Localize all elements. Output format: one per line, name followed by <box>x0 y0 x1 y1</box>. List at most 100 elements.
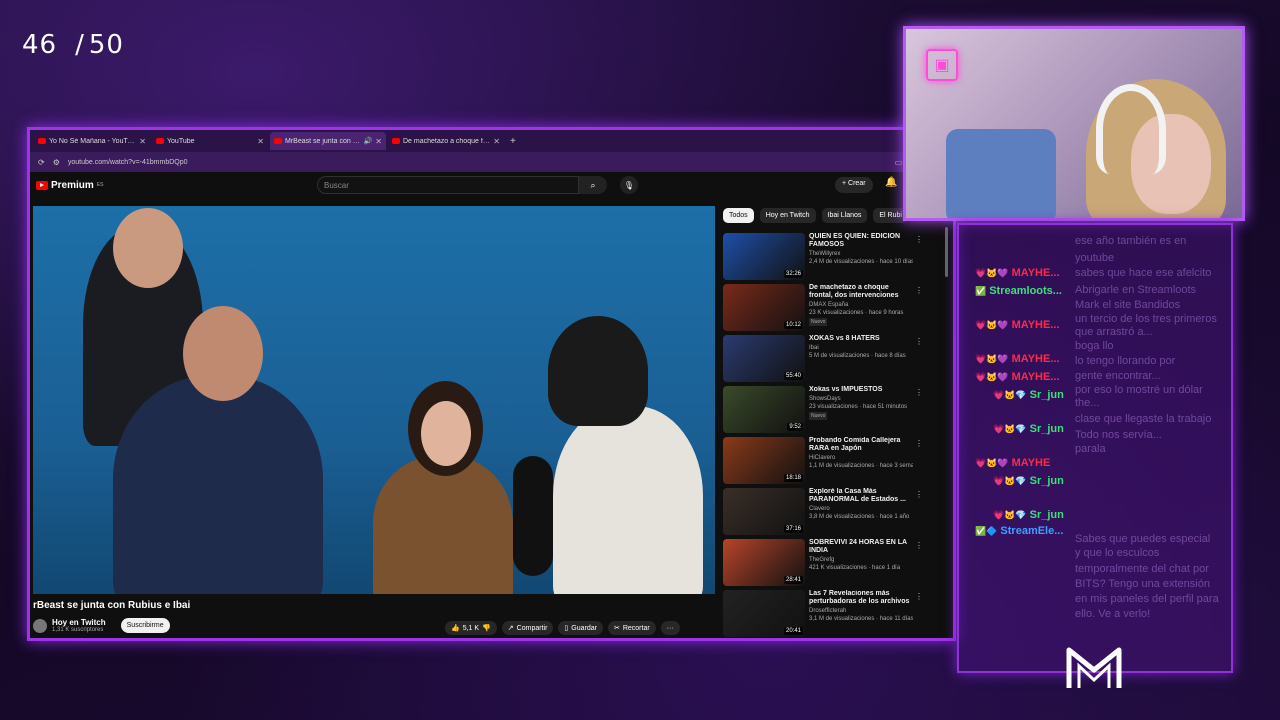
channel-avatar[interactable] <box>33 618 47 633</box>
recommended-video[interactable]: 32:26 QUIÉN ES QUIÉN: EDICIÓN FAMOSOS The… <box>723 233 923 284</box>
video-thumbnail[interactable]: 37:16 <box>723 488 805 535</box>
share-button[interactable]: ↗ Compartir <box>501 621 554 635</box>
bell-icon[interactable]: 🔔 <box>885 177 897 188</box>
rec-title[interactable]: Las 7 Revelaciones más perturbadoras de … <box>809 590 913 606</box>
username[interactable]: Streamloots... <box>989 285 1062 297</box>
site-info-icon[interactable]: ⚙ <box>53 158 60 167</box>
recommended-video[interactable]: 18:18 Probando Comida Callejera RARA en … <box>723 437 923 488</box>
youtube-logo[interactable]: Premium ES <box>36 180 103 191</box>
close-icon[interactable]: ✕ <box>493 137 500 146</box>
chat-username[interactable]: 💗🐱💎 Sr_jun <box>993 423 1064 435</box>
video-thumbnail[interactable]: 18:18 <box>723 437 805 484</box>
rec-title[interactable]: De machetazo a choque frontal, dos inter… <box>809 284 913 300</box>
more-icon[interactable]: ⋮ <box>915 592 923 601</box>
more-icon[interactable]: ⋮ <box>915 388 923 397</box>
rec-channel[interactable]: TheGrefg <box>809 556 913 564</box>
chat-username[interactable]: 💗🐱💜 MAYHE... <box>975 353 1060 365</box>
chip-channel[interactable]: Hoy en Twitch <box>759 208 816 223</box>
cast-icon[interactable]: ▭ <box>895 158 903 167</box>
rec-title[interactable]: SOBREVIVÍ 24 HORAS EN LA INDIA <box>809 539 913 555</box>
channel-name[interactable]: Hoy en Twitch <box>52 618 106 627</box>
username[interactable]: Sr_jun <box>1030 389 1064 401</box>
voice-search-button[interactable]: 🎙 <box>620 176 638 194</box>
chat-username[interactable]: ✅🔷 StreamEle... <box>975 525 1063 537</box>
username[interactable]: MAYHE... <box>1012 353 1060 365</box>
rec-channel[interactable]: Ibai <box>809 344 913 352</box>
speaker-icon[interactable]: 🔊 <box>364 137 373 145</box>
scrollbar[interactable] <box>945 227 948 277</box>
browser-tab[interactable]: YouTube ✕ <box>152 132 268 150</box>
rec-title[interactable]: Probando Comida Callejera RARA en Japón <box>809 437 913 453</box>
rec-channel[interactable]: HiClavero <box>809 454 913 462</box>
goal-counter: 46 /50 <box>22 30 124 60</box>
more-icon[interactable]: ⋮ <box>915 337 923 346</box>
rec-title[interactable]: XOKAS vs 8 HATERS <box>809 335 913 343</box>
username[interactable]: MAYHE... <box>1012 267 1060 279</box>
rec-title[interactable]: Exploré la Casa Más PARANORMAL de Estado… <box>809 488 913 504</box>
username[interactable]: MAYHE... <box>1012 371 1060 383</box>
address-bar[interactable]: ⟳ ⚙ youtube.com/watch?v=-41bmmbDQp0 ▭ ☆ … <box>30 152 953 172</box>
more-icon[interactable]: ⋮ <box>915 490 923 499</box>
rec-title[interactable]: QUIÉN ES QUIÉN: EDICIÓN FAMOSOS <box>809 233 913 249</box>
recommended-video[interactable]: 28:41 SOBREVIVÍ 24 HORAS EN LA INDIA TheG… <box>723 539 923 590</box>
save-button[interactable]: ▯ Guardar <box>558 621 603 635</box>
video-title: rBeast se junta con Rubius e Ibai <box>33 600 191 611</box>
video-thumbnail[interactable]: 55:40 <box>723 335 805 382</box>
reload-icon[interactable]: ⟳ <box>38 158 45 167</box>
chat-username[interactable]: ✅ Streamloots... <box>975 285 1062 297</box>
chat-username[interactable]: 💗🐱💜 MAYHE... <box>975 371 1060 383</box>
video-thumbnail[interactable]: 28:41 <box>723 539 805 586</box>
more-icon[interactable]: ⋮ <box>915 235 923 244</box>
username[interactable]: MAYHE... <box>1012 319 1060 331</box>
chat-username[interactable]: 💗🐱💜 MAYHE <box>975 457 1050 469</box>
recommended-video[interactable]: 10:12 De machetazo a choque frontal, dos… <box>723 284 923 335</box>
new-tab-icon[interactable]: + <box>510 136 516 147</box>
chat-username[interactable]: 💗🐱💎 Sr_jun <box>993 509 1064 521</box>
clip-button[interactable]: ✂ Recortar <box>607 621 656 635</box>
video-player[interactable] <box>33 206 715 594</box>
rec-channel[interactable]: DMAX España <box>809 301 913 309</box>
recommended-video[interactable]: 9:52 Xokas vs IMPUESTOS ShowsDays 23 visua… <box>723 386 923 437</box>
chat-username[interactable]: 💗🐱💜 MAYHE... <box>975 319 1060 331</box>
video-thumbnail[interactable]: 9:52 <box>723 386 805 433</box>
chat-message-text: the... <box>1075 397 1100 409</box>
more-icon[interactable]: ⋮ <box>915 541 923 550</box>
username[interactable]: Sr_jun <box>1030 423 1064 435</box>
rec-channel[interactable]: Drosefficterah <box>809 607 913 615</box>
recommended-video[interactable]: 37:16 Exploré la Casa Más PARANORMAL de … <box>723 488 923 539</box>
video-thumbnail[interactable]: 10:12 <box>723 284 805 331</box>
url-text[interactable]: youtube.com/watch?v=-41bmmbDQp0 <box>68 159 887 166</box>
username[interactable]: MAYHE <box>1012 457 1051 469</box>
chip-all[interactable]: Todos <box>723 208 754 223</box>
create-button[interactable]: + Crear <box>835 177 873 193</box>
more-icon[interactable]: ⋮ <box>915 439 923 448</box>
search-button[interactable]: ⌕ <box>579 176 607 194</box>
browser-tab[interactable]: Yo No Sé Mañana - YouTube ✕ <box>34 132 150 150</box>
subscribe-button[interactable]: Suscribirme <box>120 618 170 633</box>
recommended-video[interactable]: 55:40 XOKAS vs 8 HATERS Ibai 5 M de visual… <box>723 335 923 386</box>
more-icon[interactable]: ⋮ <box>915 286 923 295</box>
video-thumbnail[interactable]: 32:26 <box>723 233 805 280</box>
chip-ibai[interactable]: Ibai Llanos <box>821 208 868 223</box>
username[interactable]: StreamEle... <box>1000 525 1063 537</box>
close-icon[interactable]: ✕ <box>257 137 264 146</box>
rec-channel[interactable]: ShowsDays <box>809 395 913 403</box>
browser-tab[interactable]: De machetazo a choque frontal✕ <box>388 132 504 150</box>
recommended-video[interactable]: 20:41 Las 7 Revelaciones más perturbador… <box>723 590 923 638</box>
search-input[interactable]: Buscar <box>317 176 579 194</box>
close-icon[interactable]: ✕ <box>375 137 382 146</box>
close-icon[interactable]: ✕ <box>139 137 146 146</box>
video-thumbnail[interactable]: 20:41 <box>723 590 805 637</box>
rec-channel[interactable]: Clavero <box>809 505 913 513</box>
more-button[interactable]: ··· <box>660 621 680 635</box>
username[interactable]: Sr_jun <box>1030 475 1064 487</box>
rec-channel[interactable]: TheWillyrex <box>809 250 913 258</box>
chat-username[interactable]: 💗🐱💎 Sr_jun <box>993 475 1064 487</box>
chat-username[interactable]: 💗🐱💜 MAYHE... <box>975 267 1060 279</box>
like-button[interactable]: 👍 5,1 K 👎 <box>445 621 497 635</box>
chat-username[interactable]: 💗🐱💎 Sr_jun <box>993 389 1064 401</box>
thumbs-down-icon[interactable]: 👎 <box>482 624 491 632</box>
rec-title[interactable]: Xokas vs IMPUESTOS <box>809 386 913 394</box>
username[interactable]: Sr_jun <box>1030 509 1064 521</box>
browser-tab-active[interactable]: MrBeast se junta con Rubius🔊✕ <box>270 132 386 150</box>
